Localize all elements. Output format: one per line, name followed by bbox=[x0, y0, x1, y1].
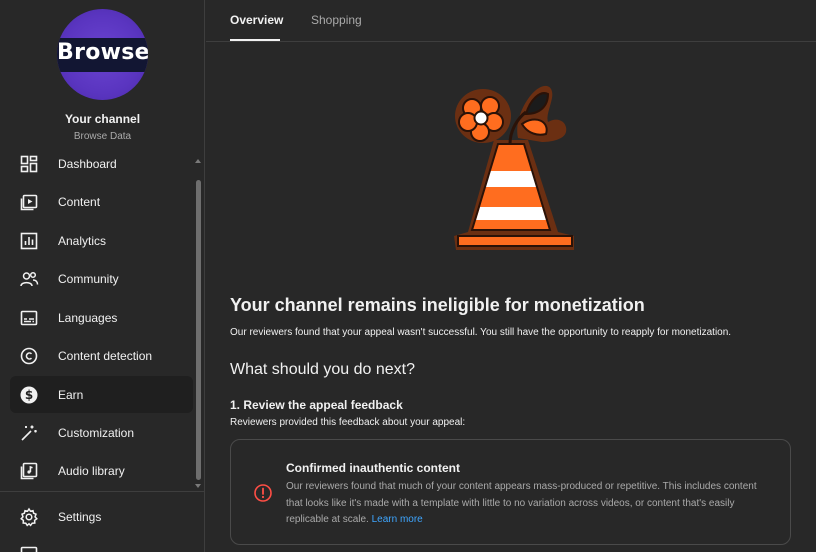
sidebar-item-label: Audio library bbox=[58, 463, 125, 478]
sidebar-item-customization[interactable]: Customization bbox=[10, 414, 193, 451]
learn-more-link[interactable]: Learn more bbox=[372, 514, 423, 525]
scroll-up-arrow[interactable] bbox=[195, 159, 201, 163]
card-title: Confirmed inauthentic content bbox=[286, 461, 460, 475]
svg-text:$: $ bbox=[25, 388, 33, 402]
sidebar-item-partial[interactable] bbox=[10, 536, 193, 552]
step-subtitle: Reviewers provided this feedback about y… bbox=[230, 417, 466, 428]
active-tab-indicator bbox=[230, 39, 280, 41]
sidebar-item-label: Settings bbox=[58, 509, 102, 524]
card-body: Our reviewers found that much of your co… bbox=[286, 479, 776, 529]
analytics-icon bbox=[19, 231, 39, 251]
tab-overview[interactable]: Overview bbox=[230, 13, 283, 27]
avatar-text: Browse bbox=[57, 40, 148, 65]
sidebar-item-settings[interactable]: Settings bbox=[10, 498, 193, 535]
sidebar-divider bbox=[0, 491, 204, 492]
sidebar-item-earn[interactable]: $ Earn bbox=[10, 376, 193, 413]
feedback-card: Confirmed inauthentic content Our review… bbox=[230, 439, 791, 545]
scroll-down-arrow[interactable] bbox=[195, 484, 201, 488]
sidebar-item-analytics[interactable]: Analytics bbox=[10, 222, 193, 259]
sidebar-item-audio-library[interactable]: Audio library bbox=[10, 452, 193, 489]
intro-text: Our reviewers found that your appeal was… bbox=[230, 327, 732, 338]
gear-icon bbox=[19, 507, 39, 527]
next-steps-heading: What should you do next? bbox=[230, 361, 416, 378]
dollar-icon: $ bbox=[19, 385, 39, 405]
studio-app: Browse Your channel Browse Data Dashboar… bbox=[0, 0, 816, 552]
magic-wand-icon bbox=[19, 423, 39, 443]
audio-library-icon bbox=[19, 461, 39, 481]
tab-shopping[interactable]: Shopping bbox=[311, 13, 362, 27]
sidebar-item-languages[interactable]: Languages bbox=[10, 299, 193, 336]
content-icon bbox=[19, 192, 39, 212]
sidebar-item-label: Analytics bbox=[58, 233, 107, 248]
sidebar-item-label: Content bbox=[58, 194, 101, 209]
sidebar: Browse Your channel Browse Data Dashboar… bbox=[0, 0, 205, 552]
dashboard-icon bbox=[19, 154, 39, 174]
channel-subtitle: Browse Data bbox=[73, 131, 132, 142]
sidebar-item-label: Earn bbox=[58, 387, 84, 402]
traffic-cone-illustration bbox=[454, 85, 574, 250]
channel-title: Your channel bbox=[64, 112, 141, 126]
copyright-icon bbox=[19, 346, 39, 366]
sidebar-item-content-detection[interactable]: Content detection bbox=[10, 337, 193, 374]
sidebar-item-label: Dashboard bbox=[58, 156, 117, 171]
sidebar-item-label: Languages bbox=[58, 310, 118, 325]
step-title: 1. Review the appeal feedback bbox=[230, 398, 403, 412]
community-icon bbox=[19, 269, 39, 289]
sidebar-item-label: Community bbox=[58, 271, 119, 286]
card-body-text: Our reviewers found that much of your co… bbox=[286, 481, 757, 525]
sidebar-item-label: Content detection bbox=[58, 348, 153, 363]
alert-icon bbox=[254, 484, 272, 502]
languages-icon bbox=[19, 308, 39, 328]
page-title: Your channel remains ineligible for mone… bbox=[230, 295, 645, 315]
sidebar-item-label: Customization bbox=[58, 425, 135, 440]
sidebar-item-dashboard[interactable]: Dashboard bbox=[10, 145, 193, 182]
sidebar-item-community[interactable]: Community bbox=[10, 260, 193, 297]
tab-bar: Overview Shopping bbox=[206, 0, 816, 42]
channel-avatar[interactable]: Browse bbox=[57, 9, 148, 100]
sidebar-scrollbar[interactable] bbox=[196, 180, 201, 480]
sidebar-item-content[interactable]: Content bbox=[10, 183, 193, 220]
feedback-icon bbox=[19, 545, 39, 552]
